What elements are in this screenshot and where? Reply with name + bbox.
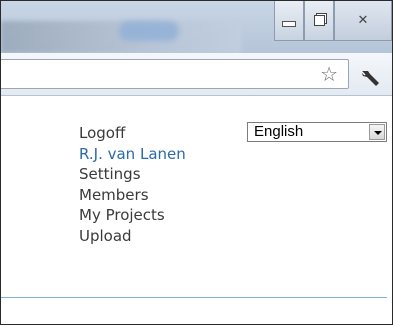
menu-item-members[interactable]: Members: [79, 185, 186, 206]
wrench-icon[interactable]: [357, 67, 383, 89]
user-menu: Logoff R.J. van Lanen Settings Members M…: [79, 123, 186, 246]
title-bar: ✕: [1, 1, 392, 53]
minimize-button[interactable]: [274, 1, 304, 41]
bookmark-star-icon[interactable]: ☆: [320, 62, 338, 86]
browser-window: ✕ ☆ Logoff R.J. van Lanen Settings Membe…: [0, 0, 393, 325]
language-selected-value: English: [254, 123, 304, 140]
menu-item-user[interactable]: R.J. van Lanen: [79, 144, 186, 165]
menu-item-my-projects[interactable]: My Projects: [79, 205, 186, 226]
maximize-button[interactable]: [304, 1, 334, 41]
close-button[interactable]: ✕: [334, 1, 392, 41]
page-content: Logoff R.J. van Lanen Settings Members M…: [1, 96, 392, 324]
menu-item-logoff[interactable]: Logoff: [79, 123, 186, 144]
chevron-down-icon[interactable]: [369, 124, 385, 140]
close-icon: ✕: [357, 13, 369, 28]
minimize-icon: [282, 20, 296, 27]
header-divider: [1, 297, 387, 298]
maximize-icon: [313, 15, 325, 26]
address-bar[interactable]: ☆: [1, 59, 349, 89]
window-controls: ✕: [274, 1, 392, 43]
menu-item-settings[interactable]: Settings: [79, 164, 186, 185]
menu-item-upload[interactable]: Upload: [79, 226, 186, 247]
browser-toolbar: ☆: [1, 53, 392, 96]
blurred-tab-icon: [119, 21, 179, 41]
language-select[interactable]: English: [247, 122, 387, 142]
